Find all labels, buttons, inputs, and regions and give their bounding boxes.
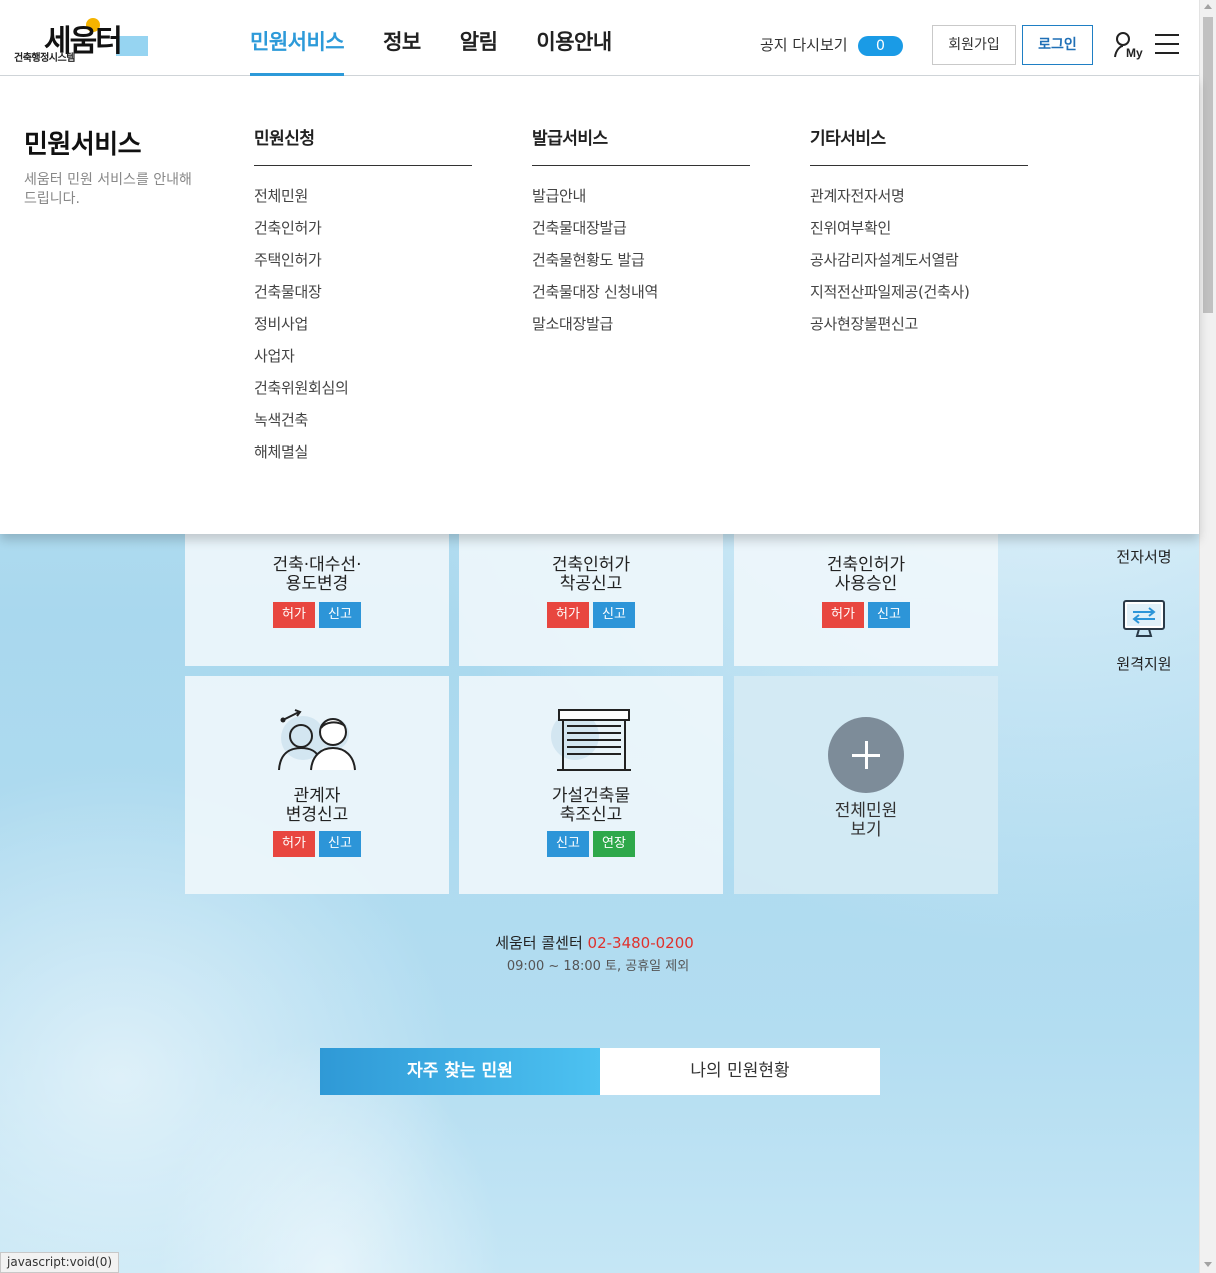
mega-menu-item[interactable]: 녹색건축	[254, 404, 472, 436]
mega-menu-item[interactable]: 진위여부확인	[810, 212, 1028, 244]
tile-title-line2: 착공신고	[559, 574, 623, 594]
scroll-down-arrow-icon[interactable]	[1204, 1262, 1212, 1267]
monitor-icon	[1104, 598, 1184, 644]
tab-my-civil-status[interactable]: 나의 민원현황	[600, 1048, 880, 1095]
svg-text:My: My	[1126, 46, 1143, 60]
mega-menu-item[interactable]: 관계자전자서명	[810, 180, 1028, 212]
mega-menu-item[interactable]: 건축물대장 신청내역	[532, 276, 750, 308]
mega-menu-item[interactable]: 건축물대장발급	[532, 212, 750, 244]
people-icon	[277, 708, 359, 776]
mega-menu-title: 민원서비스	[24, 130, 142, 160]
civil-tabs: 자주 찾는 민원 나의 민원현황	[320, 1048, 880, 1095]
tag-report[interactable]: 신고	[319, 602, 361, 628]
mega-menu-item[interactable]: 전체민원	[254, 180, 472, 212]
notice-count-badge[interactable]: 0	[858, 36, 903, 56]
mega-menu-item[interactable]: 건축물현황도 발급	[532, 244, 750, 276]
mega-column-issuance: 발급서비스 발급안내 건축물대장발급 건축물현황도 발급 건축물대장 신청내역 …	[532, 124, 750, 340]
mega-menu-item[interactable]: 공사현장불편신고	[810, 308, 1028, 340]
tab-frequent-civil[interactable]: 자주 찾는 민원	[320, 1048, 600, 1095]
scroll-up-arrow-icon[interactable]	[1204, 4, 1212, 9]
callcenter-label: 세움터 콜센터	[495, 934, 583, 952]
login-button[interactable]: 로그인	[1022, 25, 1093, 65]
tag-permit[interactable]: 허가	[273, 831, 315, 857]
tag-report[interactable]: 신고	[868, 602, 910, 628]
gnb-item-civil-service[interactable]: 민원서비스	[250, 0, 345, 76]
service-tile-party-change[interactable]: 관계자 변경신고 허가 신고	[185, 676, 449, 894]
quick-esign-label: 전자서명	[1116, 548, 1172, 566]
mega-menu-item[interactable]: 사업자	[254, 340, 472, 372]
callcenter-info: 세움터 콜센터 02-3480-0200	[0, 932, 1189, 953]
notice-replay-link[interactable]: 공지 다시보기	[760, 34, 848, 55]
page-scrollbar[interactable]	[1199, 0, 1216, 1273]
tile-title-line2: 용도변경	[285, 574, 349, 594]
gnb-item-guide[interactable]: 이용안내	[536, 0, 612, 76]
browser-status-bar: javascript:void(0)	[0, 1252, 120, 1273]
mega-column-heading: 기타서비스	[810, 124, 1028, 166]
tag-permit[interactable]: 허가	[273, 602, 315, 628]
gnb-item-notice[interactable]: 알림	[460, 0, 498, 76]
tile-title-line2: 보기	[850, 820, 882, 840]
tile-title-line1: 건축인허가	[826, 555, 906, 575]
logo-subtitle: 건축행정시스템	[14, 53, 75, 64]
mega-menu-item[interactable]: 해체멸실	[254, 436, 472, 468]
tile-title-line1: 전체민원	[834, 801, 898, 821]
tag-permit[interactable]: 허가	[547, 602, 589, 628]
mega-menu-item[interactable]: 주택인허가	[254, 244, 472, 276]
site-header: 세움터 건축행정시스템 민원서비스 정보 알림 이용안내 공지 다시보기 0 회…	[0, 0, 1199, 76]
quick-esign[interactable]: 전자서명	[1104, 546, 1184, 567]
tile-title-line1: 건축인허가	[551, 555, 631, 575]
tile-title-line2: 사용승인	[834, 574, 898, 594]
mega-menu: 민원서비스 세움터 민원 서비스를 안내해드립니다. 민원신청 전체민원 건축인…	[0, 76, 1199, 534]
quick-remote-label: 원격지원	[1116, 655, 1172, 673]
mega-menu-item[interactable]: 정비사업	[254, 308, 472, 340]
my-page-icon[interactable]: My	[1113, 30, 1145, 60]
tag-permit[interactable]: 허가	[822, 602, 864, 628]
mega-menu-item[interactable]: 건축물대장	[254, 276, 472, 308]
mega-column-heading: 발급서비스	[532, 124, 750, 166]
mega-menu-item[interactable]: 말소대장발급	[532, 308, 750, 340]
plus-icon	[828, 717, 904, 793]
mega-menu-item[interactable]: 발급안내	[532, 180, 750, 212]
gnb-item-info[interactable]: 정보	[383, 0, 421, 76]
quick-remote-support[interactable]: 원격지원	[1104, 598, 1184, 674]
mega-menu-description: 세움터 민원 서비스를 안내해드립니다.	[24, 172, 192, 207]
scroll-thumb[interactable]	[1203, 17, 1213, 313]
tile-title-line1: 건축·대수선·	[272, 555, 362, 575]
logo[interactable]: 세움터 건축행정시스템	[14, 14, 154, 64]
mega-menu-item[interactable]: 공사감리자설계도서열람	[810, 244, 1028, 276]
join-button[interactable]: 회원가입	[932, 25, 1016, 65]
tile-title-line2: 축조신고	[559, 805, 623, 825]
service-tile-temporary-building[interactable]: 가설건축물 축조신고 신고 연장	[459, 676, 723, 894]
callcenter-hours: 09:00 ~ 18:00 토, 공휴일 제외	[506, 959, 690, 974]
mega-column-heading: 민원신청	[254, 124, 472, 166]
shutter-garage-icon	[549, 708, 633, 776]
tag-extension[interactable]: 연장	[593, 831, 635, 857]
mega-column-other: 기타서비스 관계자전자서명 진위여부확인 공사감리자설계도서열람 지적전산파일제…	[810, 124, 1028, 340]
tag-report[interactable]: 신고	[593, 602, 635, 628]
service-tile-view-all[interactable]: 전체민원 보기	[734, 676, 998, 894]
tile-title-line1: 관계자	[293, 786, 341, 806]
mega-menu-item[interactable]: 건축위원회심의	[254, 372, 472, 404]
callcenter-number[interactable]: 02-3480-0200	[588, 934, 694, 952]
tile-title-line1: 가설건축물	[551, 786, 631, 806]
mega-column-application: 민원신청 전체민원 건축인허가 주택인허가 건축물대장 정비사업 사업자 건축위…	[254, 124, 472, 468]
mega-menu-item[interactable]: 건축인허가	[254, 212, 472, 244]
tile-title-line2: 변경신고	[285, 805, 349, 825]
hamburger-menu-icon[interactable]	[1155, 34, 1179, 54]
global-nav: 민원서비스 정보 알림 이용안내	[250, 0, 651, 76]
tag-report[interactable]: 신고	[547, 831, 589, 857]
tag-report[interactable]: 신고	[319, 831, 361, 857]
mega-menu-item[interactable]: 지적전산파일제공(건축사)	[810, 276, 1028, 308]
